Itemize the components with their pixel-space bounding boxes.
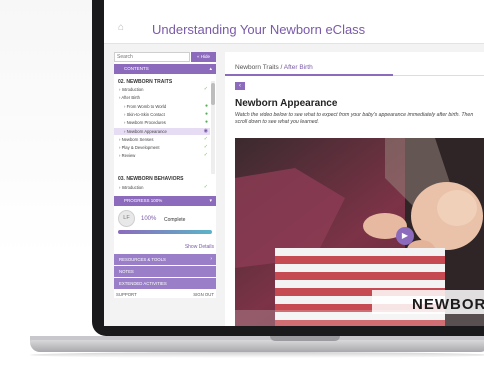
laptop-scene: ⌂ Understanding Your Newborn eClass « Hi… <box>0 0 484 369</box>
progress-panel: LF 100% Complete Show Details <box>114 207 216 253</box>
progress-bar-fill <box>118 230 212 234</box>
video-caption: NEWBORN <box>412 296 484 313</box>
page-description: Watch the video below to see what to exp… <box>235 112 474 125</box>
progress-label: PROGRESS 100% <box>124 198 163 203</box>
resources-tools-label: RESOURCES & TOOLS <box>119 257 166 262</box>
laptop-base <box>30 340 484 352</box>
module-heading[interactable]: 02. NEWBORN TRAITS <box>118 79 172 85</box>
toc-item[interactable]: › Introduction ✓ <box>114 86 210 93</box>
toc-item[interactable]: › Newborn Appearance ◉ <box>114 127 210 135</box>
toc-item[interactable]: › Skin-to-Skin Contact ● <box>114 111 210 118</box>
breadcrumb-parent[interactable]: Newborn Traits <box>235 64 279 71</box>
show-details-link[interactable]: Show Details <box>185 244 214 250</box>
toc-item-label: Skin-to-Skin Contact <box>126 111 165 117</box>
progress-header[interactable]: PROGRESS 100% ▾ <box>114 196 216 206</box>
contents-header[interactable]: CONTENTS ▴ <box>114 64 216 74</box>
app-title: Understanding Your Newborn eClass <box>152 22 366 37</box>
laptop-lip-groove <box>270 336 340 341</box>
current-item-icon: ◉ <box>203 127 208 134</box>
hide-sidebar-button[interactable]: « Hide <box>191 52 216 62</box>
search-row: « Hide <box>114 52 216 62</box>
extended-activities-label: EXTENDED ACTIVITIES <box>119 281 167 286</box>
toc-item[interactable]: › From Womb to World ● <box>114 103 210 110</box>
top-header: ⌂ Understanding Your Newborn eClass <box>104 0 484 44</box>
breadcrumb-current[interactable]: After Birth <box>284 64 313 71</box>
chevron-down-icon: ▾ <box>209 198 212 204</box>
complete-label: Complete <box>164 217 186 223</box>
toc-item[interactable]: › Newborn Senses ✓ <box>114 136 210 143</box>
play-icon: ▶ <box>401 231 409 240</box>
extended-activities-row[interactable]: EXTENDED ACTIVITIES <box>114 278 216 289</box>
section-progress-indicator <box>225 74 393 76</box>
toc-item[interactable]: › After Birth <box>114 94 210 101</box>
module-heading[interactable]: 03. NEWBORN BEHAVIORS <box>118 176 183 182</box>
laptop-shadow <box>30 352 484 358</box>
in-progress-dot-icon: ● <box>204 119 208 126</box>
notes-row[interactable]: NOTES <box>114 266 216 277</box>
toc-item-label: Review <box>121 153 136 159</box>
sign-out-link[interactable]: SIGN OUT <box>193 292 214 297</box>
toc-scrollbar-thumb[interactable] <box>211 83 215 105</box>
toc-item-label: Play & Development <box>121 145 160 151</box>
check-icon: ✓ <box>203 86 208 92</box>
check-icon: ✓ <box>203 135 208 142</box>
page-title: Newborn Appearance <box>235 98 338 109</box>
avatar: LF <box>118 210 135 227</box>
search-input[interactable] <box>114 52 190 62</box>
check-icon: ✓ <box>203 184 208 190</box>
toc-item[interactable]: › Play & Development ✓ <box>114 144 210 151</box>
progress-bar <box>118 230 212 234</box>
resources-tools-row[interactable]: RESOURCES & TOOLS › <box>114 254 216 265</box>
toc-item-label: Newborn Procedures <box>126 120 166 126</box>
in-progress-dot-icon: ● <box>204 110 208 117</box>
toc-item-label: Introduction <box>121 185 144 190</box>
toc-item-label: Newborn Senses <box>121 136 154 142</box>
support-link[interactable]: SUPPORT <box>116 292 137 297</box>
home-icon[interactable]: ⌂ <box>118 23 128 33</box>
check-icon: ✓ <box>203 152 208 159</box>
toc-item-label: From Womb to World <box>126 103 167 109</box>
sidebar-footer: SUPPORT SIGN OUT <box>114 292 216 300</box>
toc-item-label: Introduction <box>121 87 144 92</box>
chevron-right-icon: › <box>210 256 212 262</box>
main-content: Newborn Traits / After Birth ‹ Newborn A… <box>225 52 484 326</box>
breadcrumb: Newborn Traits / After Birth <box>235 64 313 71</box>
in-progress-dot-icon: ● <box>204 102 208 109</box>
toc-item-label: After Birth <box>121 95 140 101</box>
back-button[interactable]: ‹ <box>235 82 245 90</box>
toc-item[interactable]: › Review ✓ <box>114 152 210 159</box>
progress-percent: 100% <box>141 216 157 222</box>
check-icon: ✓ <box>203 144 208 151</box>
toc-item[interactable]: › Newborn Procedures ● <box>114 119 210 126</box>
contents-label: CONTENTS <box>124 66 149 71</box>
toc-item[interactable]: › Introduction ✓ <box>114 184 210 191</box>
laptop-screen: ⌂ Understanding Your Newborn eClass « Hi… <box>104 0 484 326</box>
toc-item-label: Newborn Appearance <box>126 128 167 134</box>
notes-label: NOTES <box>119 269 134 274</box>
sidebar: « Hide CONTENTS ▴ 02. NEWBORN TRAITS › I… <box>114 52 216 298</box>
chevron-up-icon: ▴ <box>209 66 212 72</box>
play-button[interactable]: ▶ <box>396 227 414 245</box>
